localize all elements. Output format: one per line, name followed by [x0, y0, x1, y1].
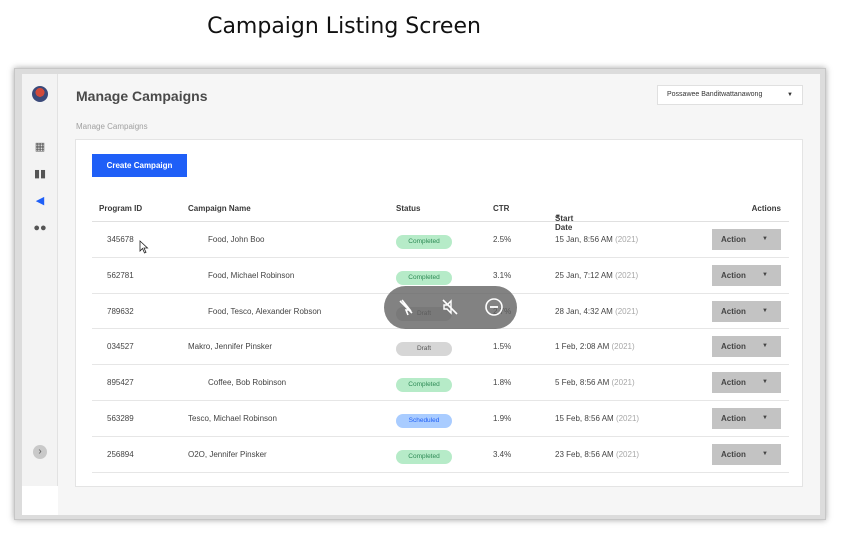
- ctr-cell: 1.5%: [493, 342, 512, 352]
- start-date-cell: 1 Feb, 2:08 AM (2021): [555, 342, 635, 352]
- screen-caption: Campaign Listing Screen: [207, 14, 481, 39]
- ctr-cell: 2.5%: [493, 235, 512, 244]
- table-row: 034527 Makro, Jennifer Pinsker Draft 1.5% 1 …: [92, 329, 789, 366]
- caret-down-icon: ▼: [762, 414, 768, 421]
- cursor-off-icon[interactable]: [396, 297, 416, 317]
- status-badge: Scheduled: [396, 413, 452, 428]
- action-dropdown-button[interactable]: Action ▼: [712, 407, 781, 429]
- campaign-name-cell[interactable]: Food, Michael Robinson: [208, 271, 294, 280]
- program-id-cell: 895427: [107, 378, 134, 388]
- col-program-id: Program ID: [99, 204, 143, 213]
- program-id-cell: 563289: [107, 413, 134, 423]
- create-campaign-button[interactable]: Create Campaign: [92, 154, 187, 177]
- breadcrumb[interactable]: Manage Campaigns: [76, 122, 148, 131]
- col-campaign-name: Campaign Name: [188, 204, 251, 213]
- action-dropdown-button[interactable]: Action ▼: [712, 372, 781, 394]
- campaign-name-cell[interactable]: Coffee, Bob Robinson: [208, 378, 286, 387]
- caret-down-icon: ▼: [762, 379, 768, 386]
- minus-circle-icon[interactable]: [484, 297, 504, 317]
- start-date-cell: 23 Feb, 8:56 AM (2021): [555, 449, 640, 459]
- status-badge: Completed: [396, 378, 452, 393]
- table-body: 345678 Food, John Boo Completed 2.5% 15 Jan,…: [92, 222, 789, 473]
- start-date-cell: 15 Jan, 8:56 AM (2021): [555, 235, 639, 244]
- caret-down-icon: ▼: [762, 450, 768, 457]
- page-title: Manage Campaigns: [76, 88, 208, 104]
- caret-down-icon: ▼: [762, 236, 768, 242]
- col-ctr: CTR: [493, 204, 510, 213]
- table-row: 895427 Coffee, Bob Robinson Completed 1.8% 5…: [92, 365, 789, 401]
- sort-desc-icon: ▼: [555, 214, 561, 220]
- table-header: Program ID Campaign Name Status CTR Star…: [92, 194, 789, 232]
- start-date-cell: 5 Feb, 8:56 AM (2021): [555, 378, 635, 388]
- campaign-name-cell[interactable]: Tesco, Michael Robinson: [188, 414, 277, 423]
- action-dropdown-button[interactable]: Action ▼: [712, 264, 781, 286]
- col-status: Status: [396, 204, 421, 213]
- start-date-cell: 15 Feb, 8:56 AM (2021): [555, 413, 640, 423]
- mute-icon[interactable]: [440, 297, 460, 317]
- caret-down-icon: ▼: [787, 92, 793, 98]
- program-id-cell: 562781: [107, 270, 134, 280]
- user-name: Possawee Banditwattanawong: [667, 91, 763, 98]
- col-actions: Actions: [751, 204, 781, 213]
- action-dropdown-button[interactable]: Action ▼: [712, 336, 781, 358]
- logo-icon[interactable]: [32, 86, 48, 102]
- campaign-name-cell[interactable]: Makro, Jennifer Pinsker: [188, 342, 272, 351]
- screen-share-overlay: [384, 286, 517, 329]
- status-badge: Completed: [396, 449, 452, 464]
- sidebar: ▦ ▮▮ ◀ ●● ›: [22, 74, 58, 486]
- bar-chart-icon[interactable]: ▮▮: [31, 166, 49, 182]
- megaphone-icon[interactable]: ◀: [31, 193, 49, 209]
- ctr-cell: 3.1%: [493, 270, 512, 280]
- program-id-cell: 789632: [107, 306, 134, 316]
- campaign-table: Program ID Campaign Name Status CTR Star…: [92, 194, 789, 473]
- start-date-cell: 25 Jan, 7:12 AM (2021): [555, 270, 639, 280]
- ctr-cell: 3.4%: [493, 449, 512, 459]
- table-row: 256894 O2O, Jennifer Pinsker Completed 3.4%…: [92, 437, 789, 473]
- caret-down-icon: ▼: [762, 343, 768, 350]
- action-dropdown-button[interactable]: Action ▼: [712, 443, 781, 465]
- action-dropdown-button[interactable]: Action ▼: [712, 229, 781, 250]
- ctr-cell: 1.8%: [493, 378, 512, 388]
- campaign-name-cell[interactable]: O2O, Jennifer Pinsker: [188, 450, 267, 459]
- caret-down-icon: ▼: [762, 307, 768, 314]
- program-id-cell: 345678: [107, 235, 134, 244]
- ctr-cell: 1.9%: [493, 413, 512, 423]
- table-row: 345678 Food, John Boo Completed 2.5% 15 Jan,…: [92, 222, 789, 258]
- status-badge: Draft: [396, 342, 452, 357]
- start-date-cell: 28 Jan, 4:32 AM (2021): [555, 306, 639, 316]
- status-badge: Completed: [396, 270, 452, 285]
- chevron-right-icon[interactable]: ›: [33, 445, 47, 459]
- table-row: 563289 Tesco, Michael Robinson Scheduled 1.…: [92, 401, 789, 437]
- people-icon[interactable]: ●●: [31, 220, 49, 236]
- program-id-cell: 034527: [107, 342, 134, 352]
- action-dropdown-button[interactable]: Action ▼: [712, 300, 781, 322]
- campaign-name-cell[interactable]: Food, John Boo: [208, 235, 264, 244]
- caret-down-icon: ▼: [762, 271, 768, 278]
- program-id-cell: 256894: [107, 449, 134, 459]
- user-dropdown[interactable]: Possawee Banditwattanawong ▼: [657, 85, 803, 105]
- campaign-name-cell[interactable]: Food, Tesco, Alexander Robson: [208, 307, 321, 316]
- status-badge: Completed: [396, 235, 452, 249]
- dashboard-icon[interactable]: ▦: [31, 139, 49, 155]
- mouse-pointer-icon: [139, 240, 149, 254]
